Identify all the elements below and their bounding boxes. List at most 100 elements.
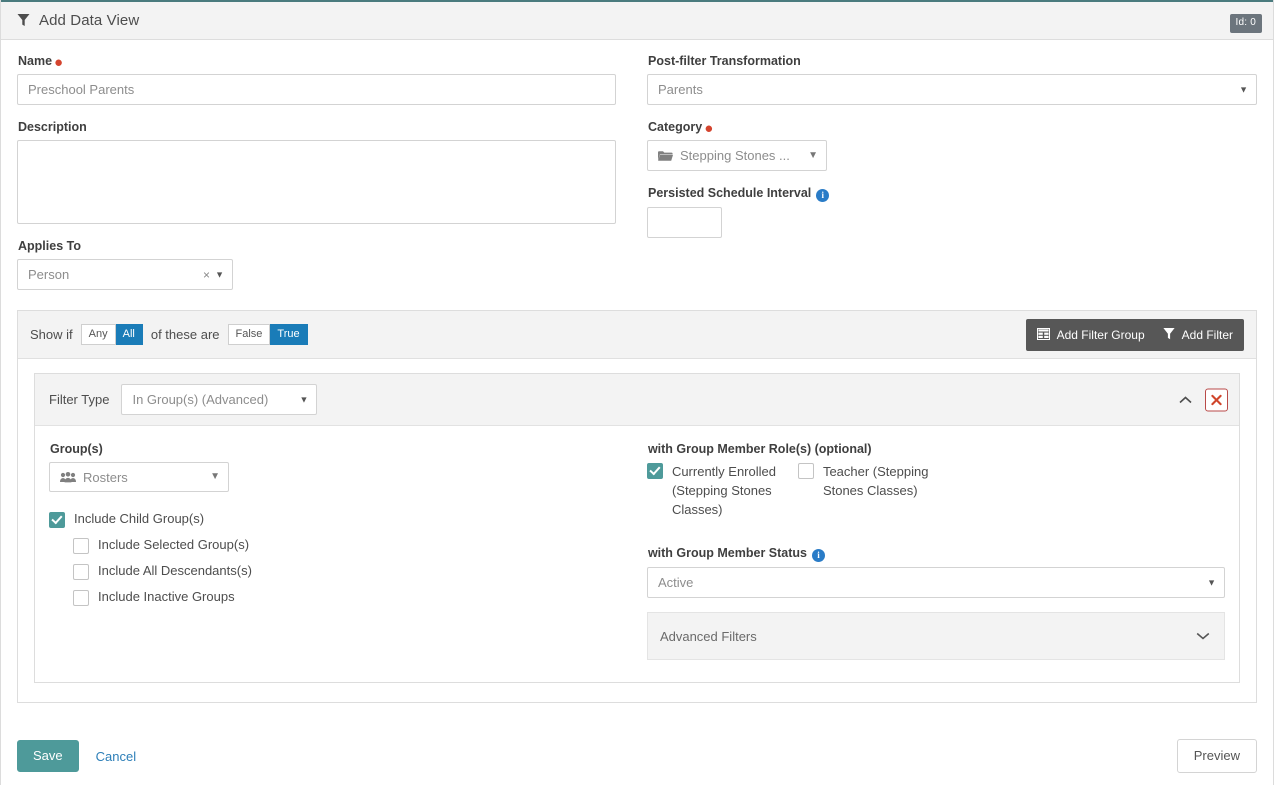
match-toggle-group: Any All (80, 323, 143, 346)
category-value: Stepping Stones ... (680, 148, 790, 163)
add-filter-group-button[interactable]: Add Filter Group (1036, 327, 1145, 343)
clear-icon[interactable]: × (203, 269, 210, 281)
include-all-descendants-checkbox[interactable] (73, 564, 89, 580)
include-child-groups-row: Include Child Group(s) (49, 511, 637, 528)
collapse-filter-chevron-up-icon[interactable] (1175, 390, 1195, 410)
funnel-icon (17, 13, 30, 30)
truth-toggle-true[interactable]: True (270, 323, 308, 346)
include-child-groups-label: Include Child Group(s) (74, 511, 205, 526)
role-teacher-checkbox[interactable] (797, 463, 814, 479)
add-filter-label: Add Filter (1181, 328, 1233, 342)
include-all-descendants-label: Include All Descendants(s) (98, 563, 252, 578)
required-marker: ● (54, 54, 64, 71)
persisted-schedule-interval-group: Persisted Schedule Interval i (647, 186, 1257, 238)
chevron-down-icon[interactable]: ▼ (215, 270, 224, 279)
form-right-column: Post-filter Transformation Parents ▼ Cat… (631, 54, 1257, 305)
filter-configuration-panel: Show if AnyAll of these are FalseTrue (17, 310, 1257, 703)
add-filter-group-label: Add Filter Group (1056, 328, 1145, 342)
persisted-schedule-interval-label-text: Persisted Schedule Interval (648, 186, 812, 200)
description-label: Description (18, 120, 87, 134)
truth-toggle-false[interactable]: False (227, 323, 271, 346)
table-grid-icon (1036, 327, 1050, 343)
info-icon[interactable]: i (811, 549, 825, 562)
chevron-down-icon[interactable]: ▼ (1239, 85, 1248, 94)
panel-header: Add Data View Id: 0 (1, 0, 1273, 40)
add-data-view-page: Add Data View Id: 0 Name● Description Ap… (0, 0, 1274, 785)
applies-to-label: Applies To (18, 239, 81, 253)
include-selected-groups-label: Include Selected Group(s) (98, 537, 250, 552)
persisted-schedule-interval-input[interactable] (647, 207, 723, 238)
group-member-status-label-text: with Group Member Status (647, 546, 807, 560)
group-member-status-select[interactable]: Active ▼ (646, 567, 1225, 598)
chevron-down-icon[interactable]: ▼ (808, 150, 818, 161)
chevron-down-icon[interactable]: ▼ (300, 395, 309, 404)
page-title: Add Data View (39, 12, 140, 29)
add-filter-button[interactable]: Add Filter (1163, 327, 1233, 343)
chevron-down-icon[interactable] (1196, 629, 1210, 644)
filter-card-actions (1175, 388, 1228, 411)
filter-type-label: Filter Type (49, 392, 110, 407)
groups-select[interactable]: Rosters ▼ (49, 462, 229, 492)
include-all-descendants-row: Include All Descendants(s) (73, 563, 637, 580)
folder-icon (658, 150, 674, 162)
include-inactive-groups-checkbox[interactable] (73, 590, 89, 606)
include-selected-groups-checkbox[interactable] (73, 538, 89, 554)
info-icon[interactable]: i (816, 189, 830, 202)
group-member-roles-list: Currently Enrolled (Stepping Stones Clas… (646, 462, 1225, 519)
name-label: Name ● (18, 54, 616, 71)
post-filter-transformation-select[interactable]: Parents ▼ (647, 74, 1257, 105)
groups-label: Group(s) (50, 442, 103, 456)
show-if-controls: Show if Any All of these are False True (30, 323, 308, 346)
form-columns: Name● Description Applies To Person × ▼ (17, 54, 1257, 305)
role-currently-enrolled-checkbox[interactable] (646, 463, 663, 479)
delete-filter-button[interactable] (1205, 388, 1228, 411)
role-item: Teacher (Stepping Stones Classes) (797, 462, 944, 519)
group-member-status-value: Active (657, 575, 694, 590)
filter-card-header: Filter Type In Group(s) (Advanced) ▼ (35, 374, 1239, 426)
filter-roles-column: with Group Member Role(s) (optional) Cur… (646, 442, 1225, 660)
panel-body: Name● Description Applies To Person × ▼ (1, 40, 1273, 305)
name-input[interactable] (17, 74, 617, 105)
include-inactive-groups-label: Include Inactive Groups (98, 589, 235, 604)
description-field-group: Description (17, 120, 617, 224)
category-select[interactable]: Stepping Stones ... ▼ (647, 140, 828, 171)
chevron-down-icon[interactable]: ▼ (1207, 578, 1216, 587)
name-label-text: Name (18, 54, 53, 68)
role-item: Currently Enrolled (Stepping Stones Clas… (646, 462, 793, 519)
filter-toolbar-actions: Add Filter Group Add Filter (1025, 319, 1244, 351)
post-filter-transformation-label: Post-filter Transformation (648, 54, 801, 68)
filter-card-body: Group(s) Rosters ▼ Include Child Group(s… (35, 426, 1239, 682)
include-inactive-groups-row: Include Inactive Groups (73, 589, 637, 606)
truth-toggle-group: False True (227, 323, 308, 346)
panel-footer: Save Cancel Preview (1, 727, 1273, 785)
id-badge: Id: 0 (1229, 14, 1262, 33)
cancel-button[interactable]: Cancel (96, 749, 136, 764)
name-field-group: Name ● (17, 54, 617, 105)
show-if-middle-text: of these are (150, 327, 220, 342)
group-member-roles-label: with Group Member Role(s) (optional) (647, 442, 872, 456)
category-label: Category ● (648, 120, 1257, 136)
match-toggle-any[interactable]: Any (80, 323, 116, 346)
post-filter-transformation-group: Post-filter Transformation Parents ▼ (647, 54, 1257, 105)
include-child-groups-checkbox[interactable] (49, 512, 65, 528)
filter-card: Filter Type In Group(s) (Advanced) ▼ Gro… (34, 373, 1240, 683)
chevron-down-icon[interactable]: ▼ (210, 472, 220, 482)
advanced-filters-label: Advanced Filters (659, 628, 757, 644)
save-button[interactable]: Save (17, 740, 79, 772)
post-filter-transformation-value: Parents (658, 82, 703, 97)
filter-toolbar: Show if AnyAll of these are FalseTrue (18, 311, 1256, 359)
persisted-schedule-interval-label: Persisted Schedule Interval i (648, 186, 1257, 202)
applies-to-value: Person (28, 267, 70, 282)
groups-value: Rosters (83, 469, 128, 485)
applies-to-select[interactable]: Person × ▼ (17, 259, 233, 290)
preview-button[interactable]: Preview (1176, 739, 1257, 773)
filter-type-value: In Group(s) (Advanced) (132, 392, 269, 407)
include-selected-groups-row: Include Selected Group(s) (73, 537, 637, 554)
filter-groups-column: Group(s) Rosters ▼ Include Child Group(s… (49, 442, 647, 660)
description-textarea[interactable] (17, 140, 617, 224)
filter-type-select[interactable]: In Group(s) (Advanced) ▼ (121, 384, 318, 415)
role-currently-enrolled-label: Currently Enrolled (Stepping Stones Clas… (671, 464, 776, 517)
category-label-text: Category (648, 120, 703, 134)
advanced-filters-accordion[interactable]: Advanced Filters (646, 612, 1225, 660)
match-toggle-all[interactable]: All (115, 323, 143, 346)
